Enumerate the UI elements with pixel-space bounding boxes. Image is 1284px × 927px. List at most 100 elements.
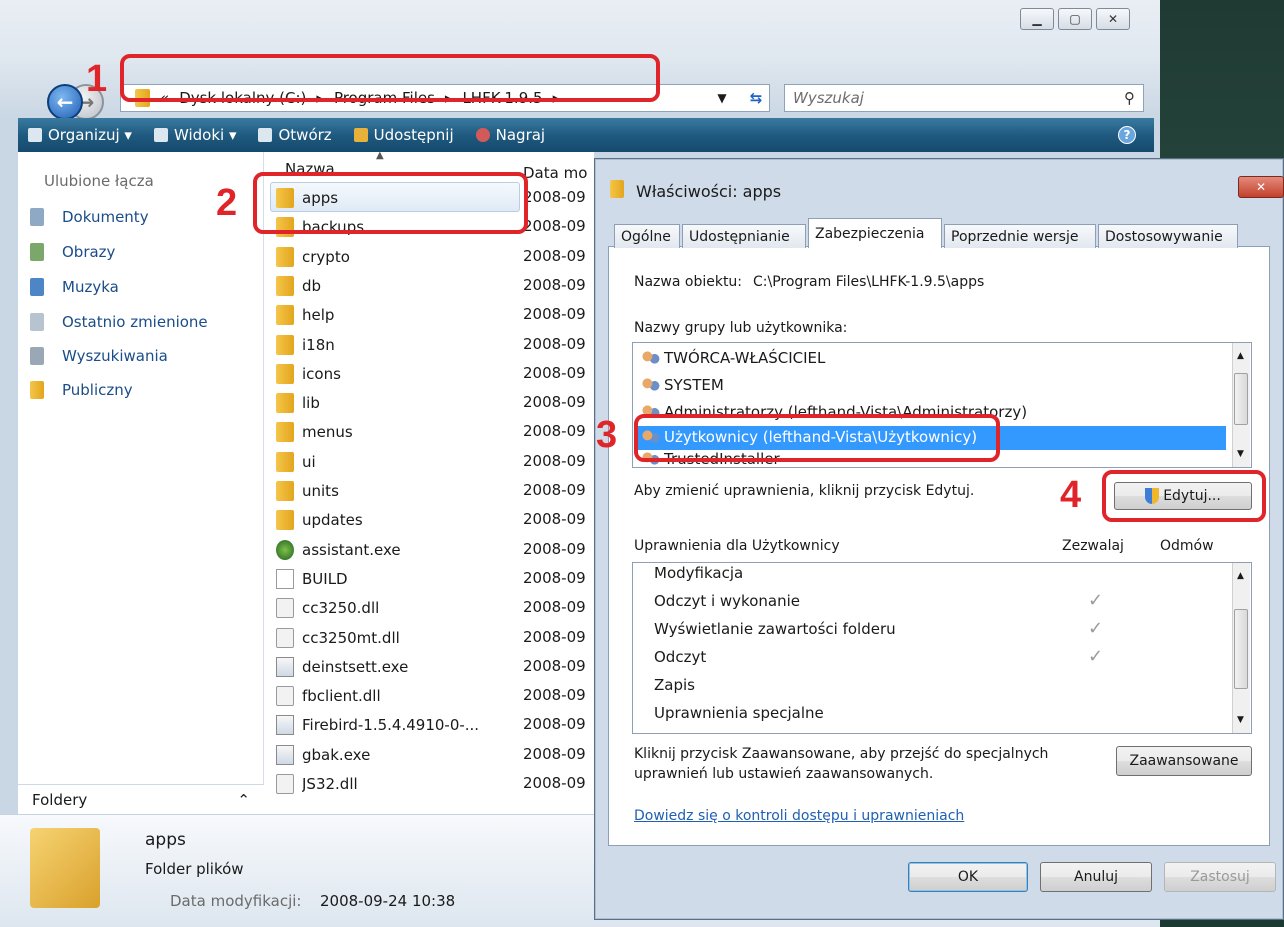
pictures-icon — [30, 243, 44, 261]
file-row[interactable]: db — [276, 276, 522, 296]
permissions-header: Uprawnienia dla Użytkownicy — [634, 538, 840, 554]
file-date: 2008-09 — [523, 510, 586, 528]
file-row[interactable]: cc3250mt.dll — [276, 628, 522, 648]
file-row[interactable]: menus — [276, 422, 522, 442]
fav-label: Ostatnio zmienione — [62, 313, 208, 331]
access-control-help-link[interactable]: Dowiedz się o kontroli dostępu i uprawni… — [634, 808, 964, 824]
file-row[interactable]: crypto — [276, 247, 522, 267]
back-button[interactable]: ← — [47, 84, 83, 120]
scroll-thumb[interactable] — [1234, 373, 1248, 425]
fav-recent[interactable]: Ostatnio zmienione — [30, 313, 208, 331]
users-scrollbar[interactable]: ▲ ▼ — [1232, 343, 1250, 467]
ok-button[interactable]: OK — [908, 862, 1028, 892]
file-date: 2008-09 — [523, 364, 586, 382]
tab-sharing[interactable]: Udostępnianie — [682, 224, 806, 248]
file-date: 2008-09 — [523, 657, 586, 675]
file-date: 2008-09 — [523, 481, 586, 499]
file-row[interactable]: JS32.dll — [276, 774, 522, 794]
detail-modified-value: 2008-09-24 10:38 — [320, 892, 456, 910]
user-row-creator-owner[interactable]: TWÓRCA-WŁAŚCICIEL — [642, 349, 825, 367]
cancel-button[interactable]: Anuluj — [1040, 862, 1152, 892]
fav-label: Obrazy — [62, 243, 116, 261]
burn-button[interactable]: Nagraj — [475, 126, 545, 144]
fav-documents[interactable]: Dokumenty — [30, 208, 149, 226]
fav-music[interactable]: Muzyka — [30, 278, 119, 296]
allow-header: Zezwalaj — [1062, 538, 1124, 554]
annotation-box-users — [634, 414, 1000, 462]
fav-label: Dokumenty — [62, 208, 149, 226]
permission-name: Zapis — [654, 676, 695, 694]
file-row[interactable]: fbclient.dll — [276, 686, 522, 706]
file-row[interactable]: updates — [276, 510, 522, 530]
file-date: 2008-09 — [523, 422, 586, 440]
file-row[interactable]: BUILD — [276, 569, 522, 589]
exe-file-icon — [276, 745, 294, 765]
tab-customize[interactable]: Dostosowywanie — [1098, 224, 1238, 248]
scroll-down-icon[interactable]: ▼ — [1237, 715, 1244, 725]
annotation-box-apps — [253, 172, 528, 234]
file-name: fbclient.dll — [302, 687, 381, 705]
file-name: ui — [302, 453, 316, 471]
check-icon: ✓ — [1088, 590, 1104, 611]
column-header-date[interactable]: Data mo — [523, 164, 587, 182]
file-row[interactable]: deinstsett.exe — [276, 657, 522, 677]
file-row[interactable]: Firebird-1.5.4.4910-0-... — [276, 715, 522, 735]
file-row[interactable]: cc3250.dll — [276, 598, 522, 618]
advanced-button[interactable]: Zaawansowane — [1116, 746, 1252, 776]
address-dropdown-button[interactable]: ▼ — [706, 84, 738, 112]
file-date: 2008-09 — [523, 393, 586, 411]
permission-name: Odczyt — [654, 648, 707, 666]
tab-general[interactable]: Ogólne — [614, 224, 680, 248]
fav-searches[interactable]: Wyszukiwania — [30, 347, 168, 365]
search-input[interactable]: Wyszukaj ⚲ — [784, 84, 1144, 112]
file-row[interactable]: units — [276, 481, 522, 501]
share-button[interactable]: Udostępnij — [353, 126, 454, 144]
refresh-icon: ⇆ — [749, 89, 763, 107]
views-label: Widoki ▾ — [173, 126, 237, 144]
apply-button[interactable]: Zastosuj — [1164, 862, 1276, 892]
tab-security[interactable]: Zabezpieczenia — [808, 218, 942, 248]
open-button[interactable]: Otwórz — [258, 126, 332, 144]
dialog-close-button[interactable]: ✕ — [1238, 176, 1284, 198]
fav-pictures[interactable]: Obrazy — [30, 243, 115, 261]
scroll-thumb[interactable] — [1234, 609, 1248, 689]
scroll-up-icon[interactable]: ▲ — [1237, 571, 1244, 581]
file-row[interactable]: assistant.exe — [276, 540, 522, 560]
annotation-number-2: 2 — [216, 182, 238, 224]
views-menu[interactable]: Widoki ▾ — [153, 126, 237, 144]
maximize-button[interactable]: ▢ — [1058, 8, 1092, 30]
file-date: 2008-09 — [523, 774, 586, 792]
organize-label: Organizuj ▾ — [48, 126, 132, 144]
file-name: cc3250mt.dll — [302, 629, 400, 647]
fav-label: Publiczny — [62, 381, 133, 399]
folders-toggle[interactable]: Foldery ⌃ — [18, 784, 264, 814]
file-row[interactable]: gbak.exe — [276, 745, 522, 765]
organize-menu[interactable]: Organizuj ▾ — [28, 126, 132, 144]
dialog-title: Właściwości: apps — [636, 182, 782, 201]
help-icon[interactable]: ? — [1118, 126, 1136, 144]
refresh-button[interactable]: ⇆ — [740, 84, 772, 112]
file-row[interactable]: icons — [276, 364, 522, 384]
scroll-down-icon[interactable]: ▼ — [1237, 449, 1244, 459]
file-row[interactable]: ui — [276, 452, 522, 472]
file-date: 2008-09 — [523, 217, 586, 235]
file-row[interactable]: help — [276, 305, 522, 325]
scroll-up-icon[interactable]: ▲ — [1237, 351, 1244, 361]
open-label: Otwórz — [278, 126, 332, 144]
close-window-button[interactable]: ✕ — [1096, 8, 1130, 30]
file-date: 2008-09 — [523, 540, 586, 558]
permissions-scrollbar[interactable]: ▲ ▼ — [1232, 563, 1250, 733]
file-name: i18n — [302, 336, 335, 354]
folder-icon — [276, 452, 294, 472]
search-icon[interactable]: ⚲ — [1124, 89, 1135, 107]
file-row[interactable]: i18n — [276, 335, 522, 355]
fav-public[interactable]: Publiczny — [30, 381, 133, 399]
user-row-system[interactable]: SYSTEM — [642, 376, 724, 394]
file-date: 2008-09 — [523, 745, 586, 763]
minimize-button[interactable]: ▁ — [1020, 8, 1054, 30]
file-row[interactable]: lib — [276, 393, 522, 413]
tab-previous-versions[interactable]: Poprzednie wersje — [944, 224, 1096, 248]
file-date: 2008-09 — [523, 628, 586, 646]
exe-file-icon — [276, 657, 294, 677]
folder-icon — [276, 481, 294, 501]
